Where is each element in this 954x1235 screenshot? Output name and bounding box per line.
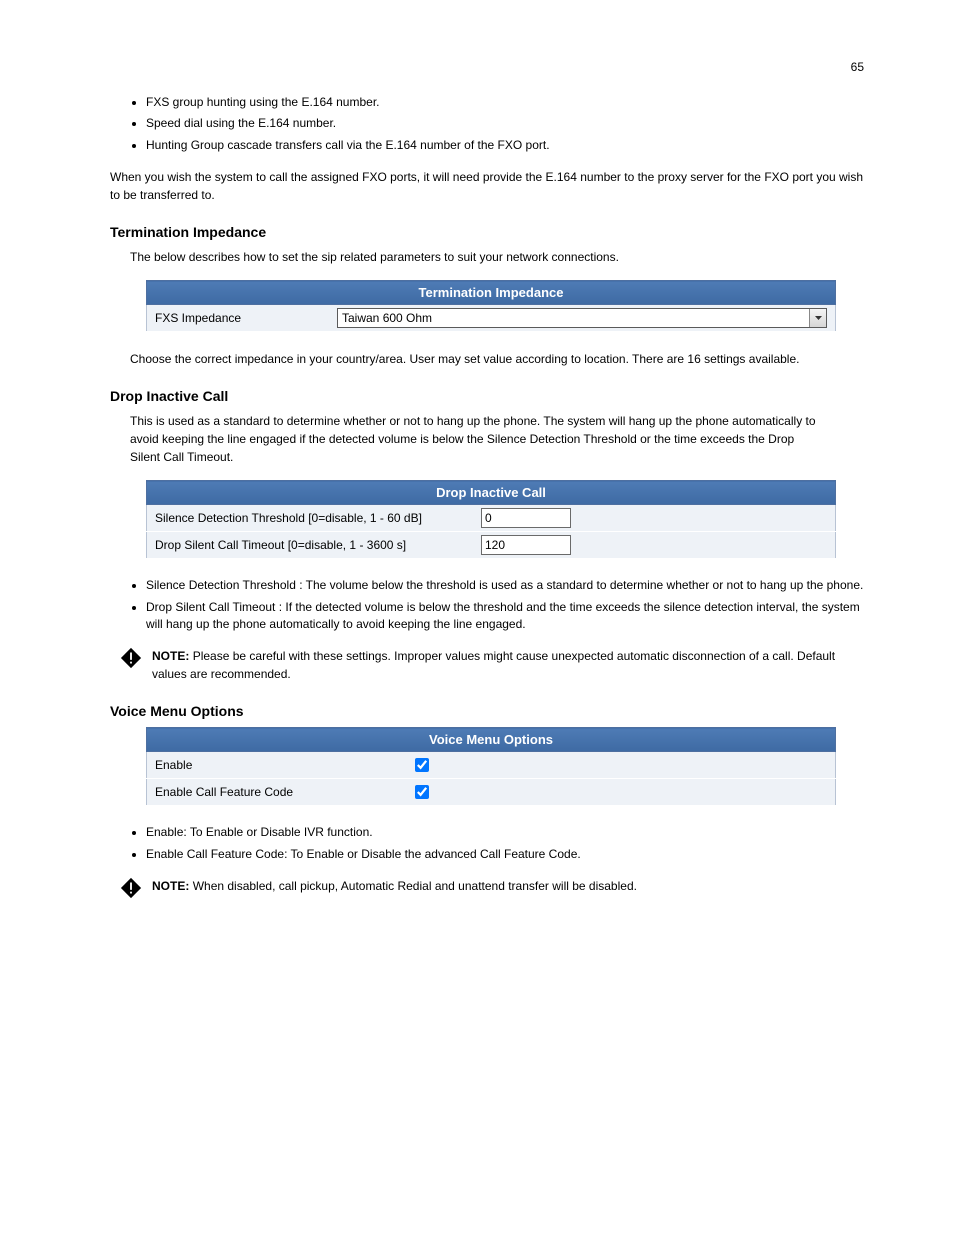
termination-impedance-title: Termination Impedance [110, 224, 864, 240]
voice-menu-note: NOTE: When disabled, call pickup, Automa… [120, 877, 864, 902]
voice-menu-bullets: Enable: To Enable or Disable IVR functio… [90, 824, 864, 863]
voice-enable-label: Enable [147, 752, 404, 779]
drop-inactive-note: NOTE: Please be careful with these setti… [120, 647, 864, 683]
voice-feature-code-label: Enable Call Feature Code [147, 779, 404, 806]
table-row: Enable [147, 752, 836, 779]
fxs-impedance-select[interactable]: Taiwan 600 Ohm [337, 308, 827, 328]
voice-enable-checkbox[interactable] [415, 758, 429, 772]
fxs-impedance-value: Taiwan 600 Ohm [342, 311, 432, 325]
note-text-body: When disabled, call pickup, Automatic Re… [193, 879, 637, 893]
silence-threshold-label: Silence Detection Threshold [0=disable, … [147, 505, 474, 532]
warning-icon [120, 647, 142, 672]
e164-bullet-list: FXS group hunting using the E.164 number… [90, 94, 864, 154]
fxs-impedance-label: FXS Impedance [147, 305, 330, 332]
table-row: Enable Call Feature Code [147, 779, 836, 806]
note-label: NOTE: [152, 879, 189, 893]
drop-inactive-bullets: Silence Detection Threshold : The volume… [90, 577, 864, 633]
voice-menu-table: Voice Menu Options Enable Enable Call Fe… [146, 727, 836, 806]
termination-impedance-table: Termination Impedance FXS Impedance Taiw… [146, 280, 836, 332]
table-header: Drop Inactive Call [147, 481, 836, 505]
list-item: Enable: To Enable or Disable IVR functio… [146, 824, 864, 841]
drop-timeout-input[interactable] [481, 535, 571, 555]
chevron-down-icon [809, 309, 826, 327]
voice-menu-title: Voice Menu Options [110, 703, 864, 719]
warning-icon [120, 877, 142, 902]
list-item: Drop Silent Call Timeout : If the detect… [146, 599, 864, 634]
table-header: Termination Impedance [147, 281, 836, 305]
e164-description: When you wish the system to call the ass… [110, 168, 864, 204]
table-row: Silence Detection Threshold [0=disable, … [147, 505, 836, 532]
list-item: Hunting Group cascade transfers call via… [146, 137, 864, 154]
list-item: Speed dial using the E.164 number. [146, 115, 864, 132]
note-label: NOTE: [152, 649, 189, 663]
list-item: FXS group hunting using the E.164 number… [146, 94, 864, 111]
termination-impedance-desc: The below describes how to set the sip r… [130, 248, 824, 266]
silence-threshold-input[interactable] [481, 508, 571, 528]
note-text-body: Please be careful with these settings. I… [152, 649, 835, 681]
page-number: 65 [90, 60, 864, 74]
list-item: Silence Detection Threshold : The volume… [146, 577, 864, 594]
drop-inactive-title: Drop Inactive Call [110, 388, 864, 404]
table-row: Drop Silent Call Timeout [0=disable, 1 -… [147, 532, 836, 559]
termination-impedance-after: Choose the correct impedance in your cou… [130, 350, 824, 368]
list-item: Enable Call Feature Code: To Enable or D… [146, 846, 864, 863]
table-header: Voice Menu Options [147, 728, 836, 752]
drop-timeout-label: Drop Silent Call Timeout [0=disable, 1 -… [147, 532, 474, 559]
voice-feature-code-checkbox[interactable] [415, 785, 429, 799]
drop-inactive-desc: This is used as a standard to determine … [130, 412, 824, 466]
drop-inactive-table: Drop Inactive Call Silence Detection Thr… [146, 480, 836, 559]
table-row: FXS Impedance Taiwan 600 Ohm [147, 305, 836, 332]
